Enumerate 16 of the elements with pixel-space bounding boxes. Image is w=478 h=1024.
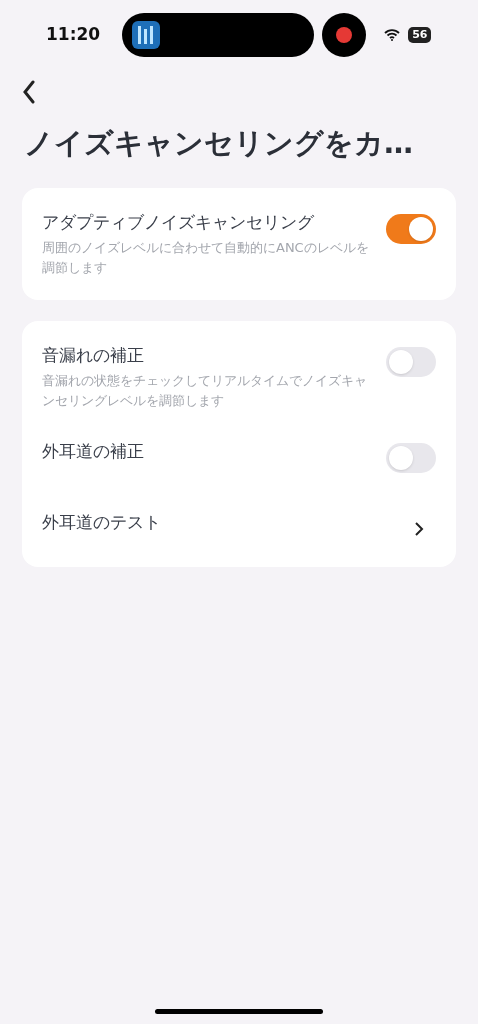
battery-indicator: 56 bbox=[408, 27, 432, 43]
toggle-switch[interactable] bbox=[386, 346, 436, 377]
setting-label: 音漏れの補正 bbox=[42, 343, 145, 367]
chevron-right-icon bbox=[414, 520, 424, 537]
setting-description: 周囲のノイズレベルに合わせて自動的にANCのレベルを調節します bbox=[42, 238, 370, 277]
setting-label: 外耳道の補正 bbox=[42, 439, 144, 463]
wifi-icon bbox=[384, 29, 401, 41]
toggle-switch[interactable] bbox=[386, 442, 436, 473]
setting-label: アダプティブノイズキャンセリング bbox=[42, 210, 315, 234]
app-icon bbox=[132, 21, 161, 49]
setting-link[interactable]: 外耳道のテスト bbox=[42, 492, 436, 553]
toggle-switch[interactable] bbox=[386, 213, 436, 244]
recording-icon bbox=[322, 13, 367, 57]
setting-description: 音漏れの状態をチェックしてリアルタイムでノイズキャンセリングレベルを調節します bbox=[42, 371, 368, 410]
status-time: 11:20 bbox=[46, 23, 101, 47]
page-title: ノイズキャンセリングをカ… bbox=[24, 125, 414, 162]
